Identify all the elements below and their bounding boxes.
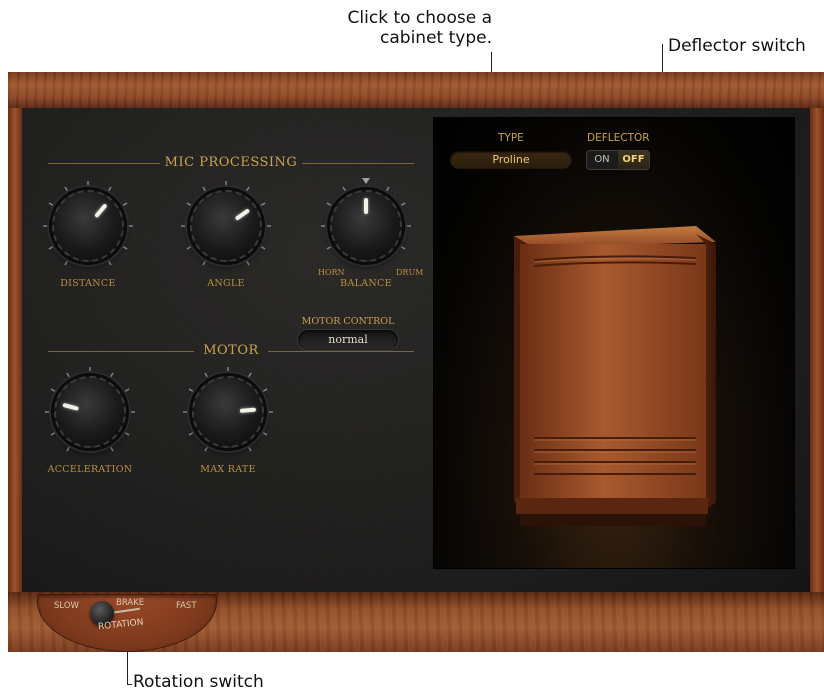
max-rate-label: MAX RATE (200, 464, 256, 475)
callout-rotation-switch: Rotation switch (133, 672, 264, 692)
deflector-on-option[interactable]: ON (587, 151, 617, 169)
wood-frame-left (8, 108, 22, 592)
callout-cabinet-type-line2: cabinet type. (380, 28, 492, 48)
callout-cabinet-type: Click to choose a cabinet type. (296, 8, 492, 48)
acceleration-knob[interactable] (40, 362, 140, 462)
angle-label: ANGLE (207, 278, 245, 289)
motor-control-menu[interactable]: normal (298, 330, 398, 350)
deflector-label: DEFLECTOR (587, 132, 650, 144)
rotation-fast-label: FAST (176, 601, 197, 611)
callout-rotation-leader-tail (127, 684, 132, 685)
balance-label: BALANCE (340, 278, 392, 289)
callout-cabinet-type-line1: Click to choose a (347, 8, 492, 28)
rotation-brake-label: BRAKE (116, 598, 145, 608)
distance-knob[interactable] (38, 176, 138, 276)
balance-knob[interactable] (316, 176, 416, 276)
acceleration-label: ACCELERATION (47, 464, 133, 475)
knob-body (190, 190, 262, 262)
wood-frame-right (810, 108, 824, 592)
cabinet-type-menu[interactable]: Proline (450, 151, 572, 169)
knob-body (54, 376, 126, 448)
type-label: TYPE (498, 132, 524, 144)
max-rate-knob[interactable] (178, 362, 278, 462)
distance-label: DISTANCE (60, 278, 116, 289)
wood-frame-top (8, 72, 824, 108)
rotation-slow-label: SLOW (54, 601, 79, 611)
balance-drum-label: DRUM (396, 268, 424, 277)
knob-body (52, 190, 124, 262)
motor-control-label: MOTOR CONTROL (301, 316, 395, 327)
deflector-off-option[interactable]: OFF (618, 151, 649, 169)
balance-horn-label: HORN (318, 268, 345, 277)
leslie-cabinet-icon (514, 226, 716, 526)
deflector-switch[interactable]: ON OFF (587, 151, 649, 169)
header-rule-right (302, 163, 414, 164)
knob-body (192, 376, 264, 448)
callout-deflector-switch: Deflector switch (668, 36, 806, 56)
header-rule-right (268, 351, 414, 352)
balance-center-marker-icon (362, 178, 370, 184)
mic-processing-header: MIC PROCESSING (48, 155, 414, 171)
angle-knob[interactable] (176, 176, 276, 276)
